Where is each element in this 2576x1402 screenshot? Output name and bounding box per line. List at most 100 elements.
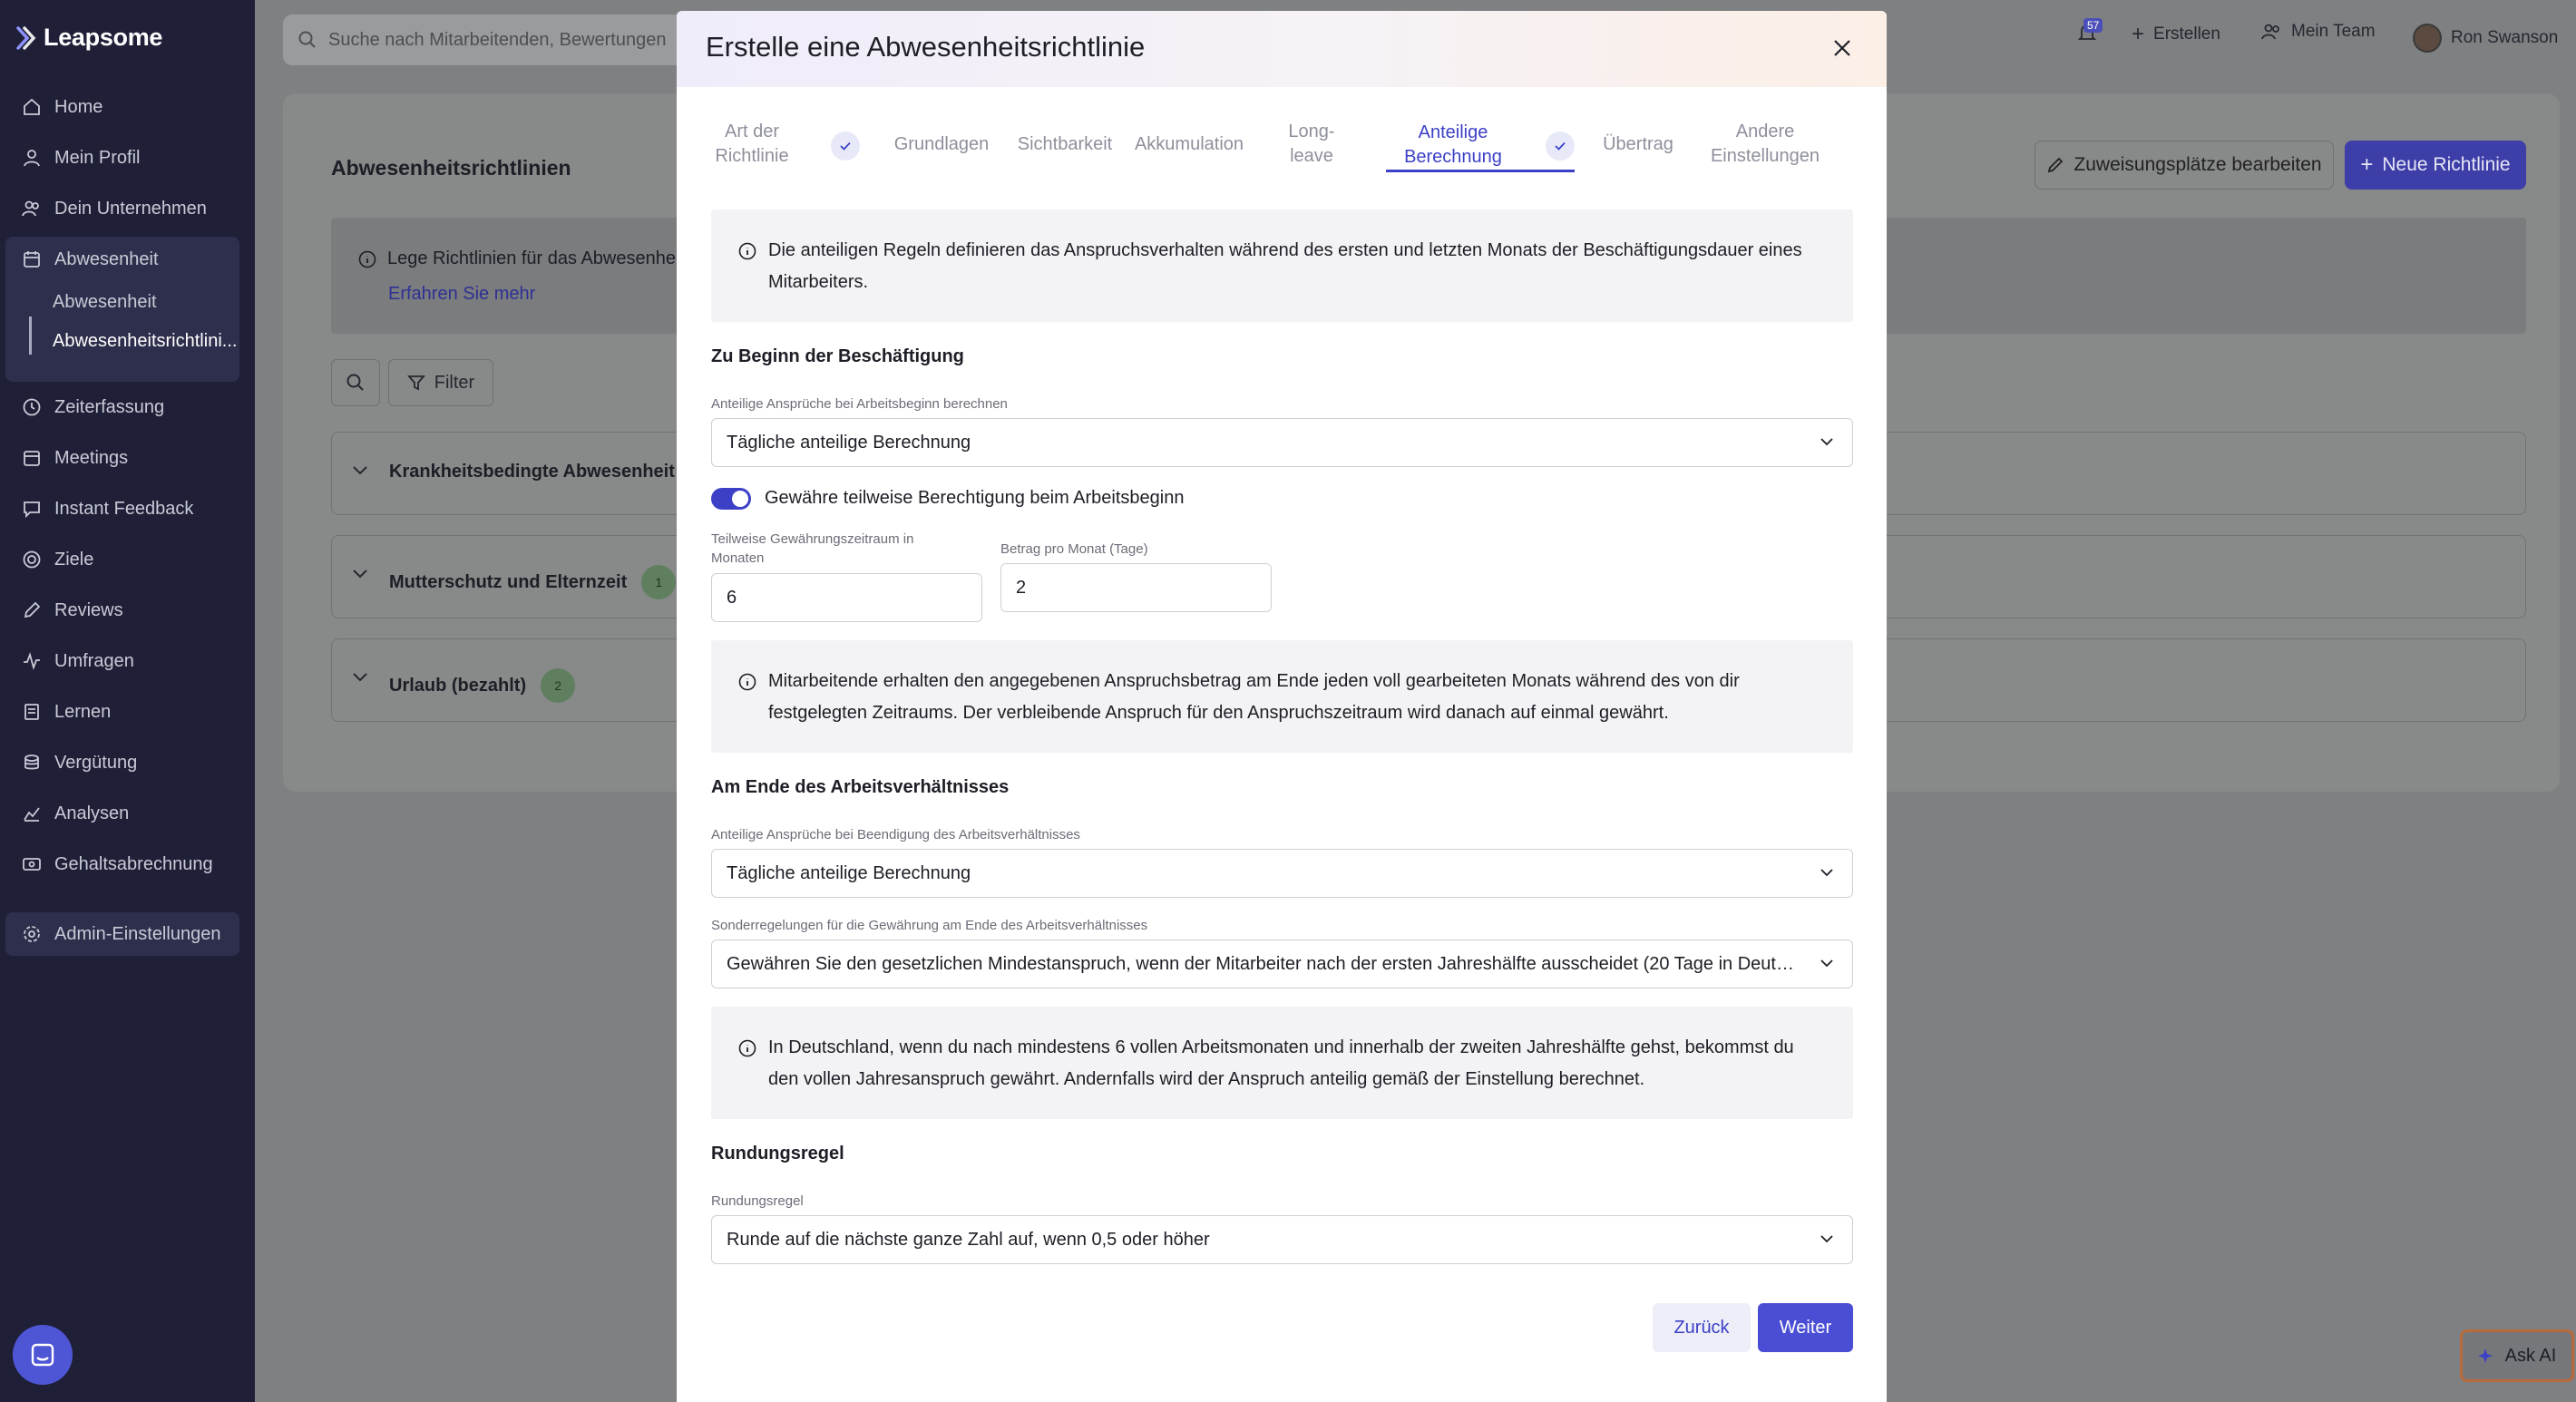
select-value: Tägliche anteilige Berechnung	[727, 432, 971, 453]
my-team-button[interactable]: Mein Team	[2260, 22, 2376, 42]
step-policy-type[interactable]: Art der Richtlinie	[700, 120, 804, 169]
learn-more-link[interactable]: Erfahren Sie mehr	[388, 284, 535, 305]
chart-icon	[24, 807, 40, 822]
step-basics[interactable]: Grundlagen	[885, 132, 998, 157]
chevron-down-icon	[1820, 438, 1833, 446]
end-proration-select[interactable]: Tägliche anteilige Berechnung	[711, 849, 1853, 898]
search-icon	[298, 31, 316, 48]
user-menu[interactable]: Ron Swanson	[2413, 24, 2558, 53]
sidebar-item-reviews[interactable]: Reviews	[5, 590, 239, 630]
chevron-down-icon	[353, 466, 367, 475]
filter-button[interactable]: Filter	[388, 359, 493, 406]
close-button[interactable]	[1829, 34, 1856, 62]
sidebar-subitem-absence-policies[interactable]: Abwesenheitsrichtlini...	[53, 331, 237, 352]
sidebar-item-profile[interactable]: Mein Profil	[5, 138, 239, 178]
page-info-text: Lege Richtlinien für das Abwesenhei	[358, 248, 679, 269]
avatar	[2413, 24, 2442, 53]
clock-icon	[23, 398, 41, 416]
chat-support-button[interactable]	[13, 1325, 73, 1385]
people-icon	[2261, 24, 2279, 40]
filter-label: Filter	[434, 372, 475, 393]
special-rules-select[interactable]: Gewähren Sie den gesetzlichen Mindestans…	[711, 940, 1853, 988]
sidebar-item-learning[interactable]: Lernen	[5, 692, 239, 732]
home-icon	[24, 98, 40, 115]
edit-assignments-button[interactable]: Zuweisungsplätze bearbeiten	[2034, 141, 2334, 190]
end-note: In Deutschland, wenn du nach mindestens …	[711, 1007, 1853, 1119]
step-label: Akkumulation	[1134, 134, 1244, 154]
step-label: Sichtbarkeit	[1017, 134, 1113, 154]
chat-icon	[24, 501, 40, 519]
active-step-indicator	[1386, 170, 1575, 172]
create-button[interactable]: + Erstellen	[2132, 22, 2220, 47]
step-other-settings[interactable]: Andere Einstellungen	[1702, 120, 1829, 169]
step-label: Übertrag	[1603, 134, 1673, 154]
amount-per-month-input[interactable]: 2	[1000, 563, 1272, 612]
policy-count-badge: 1	[641, 565, 677, 599]
sidebar-item-label: Lernen	[54, 701, 112, 722]
back-button[interactable]: Zurück	[1653, 1303, 1751, 1352]
info-icon	[358, 250, 376, 268]
policy-name: Mutterschutz und Elternzeit	[389, 571, 628, 592]
sidebar-item-company[interactable]: Dein Unternehmen	[5, 189, 239, 229]
page-info-label: Lege Richtlinien für das Abwesenhei	[387, 248, 680, 268]
sidebar-item-label: Vergütung	[54, 752, 138, 773]
amount-label: Betrag pro Monat (Tage)	[1000, 541, 1148, 557]
step-label: leave	[1290, 146, 1333, 166]
logo[interactable]: Leapsome	[16, 24, 162, 52]
step-accrual[interactable]: Akkumulation	[1130, 132, 1248, 157]
ask-ai-button[interactable]: Ask AI	[2460, 1329, 2574, 1382]
step-label: Long-	[1288, 122, 1335, 141]
rounding-select[interactable]: Runde auf die nächste ganze Zahl auf, we…	[711, 1215, 1853, 1264]
search-button[interactable]	[331, 359, 380, 406]
step-carryover[interactable]: Übertrag	[1593, 132, 1683, 157]
step-proration[interactable]: Anteilige Berechnung	[1386, 121, 1520, 170]
sidebar-item-analytics[interactable]: Analysen	[5, 793, 239, 833]
sidebar-item-goals[interactable]: Ziele	[5, 540, 239, 579]
sidebar-item-absence[interactable]: Abwesenheit	[5, 239, 239, 279]
chevron-down-icon	[1820, 1235, 1833, 1243]
sidebar-item-label: Umfragen	[54, 650, 134, 671]
sidebar-item-label: Meetings	[54, 447, 129, 468]
notification-count: 57	[2083, 18, 2103, 33]
partial-grant-toggle[interactable]	[711, 488, 751, 510]
pencil-icon	[2048, 157, 2064, 173]
next-button[interactable]: Weiter	[1758, 1303, 1853, 1352]
info-icon	[738, 673, 756, 691]
new-policy-button[interactable]: + Neue Richtlinie	[2345, 141, 2526, 190]
chevron-down-icon	[353, 570, 367, 579]
sidebar-subitem-absence[interactable]: Abwesenheit	[53, 292, 157, 313]
active-indicator	[29, 316, 32, 355]
step-visibility[interactable]: Sichtbarkeit	[1009, 132, 1121, 157]
step-label: Art der	[724, 122, 780, 141]
payroll-icon	[23, 858, 41, 871]
sidebar-item-compensation[interactable]: Vergütung	[5, 743, 239, 783]
step-label: Andere	[1735, 122, 1795, 141]
sidebar-item-payroll[interactable]: Gehaltsabrechnung	[5, 844, 239, 884]
policy-count-badge: 2	[541, 668, 576, 703]
calendar-icon	[24, 251, 40, 268]
sidebar-item-meetings[interactable]: Meetings	[5, 438, 239, 478]
step-long-leave[interactable]: Long- leave	[1275, 120, 1348, 169]
edit-assignments-label: Zuweisungsplätze bearbeiten	[2073, 154, 2322, 175]
sidebar-item-label: Mein Profil	[54, 147, 141, 168]
global-search[interactable]: Suche nach Mitarbeitenden, Bewertungen	[283, 15, 709, 65]
step-label: Anteilige	[1418, 122, 1488, 142]
check-icon	[1546, 131, 1575, 161]
select-value: Tägliche anteilige Berechnung	[727, 862, 971, 883]
sidebar-item-label: Home	[54, 96, 103, 117]
sidebar-item-admin-settings[interactable]: Admin-Einstellungen	[5, 912, 239, 956]
sidebar-item-instant-feedback[interactable]: Instant Feedback	[5, 489, 239, 529]
sidebar-item-home[interactable]: Home	[5, 87, 239, 127]
sidebar-item-surveys[interactable]: Umfragen	[5, 641, 239, 681]
chevron-down-icon	[1820, 959, 1833, 968]
sidebar-item-time-tracking[interactable]: Zeiterfassung	[5, 387, 239, 427]
sidebar-item-label: Reviews	[54, 599, 123, 620]
new-policy-label: Neue Richtlinie	[2382, 154, 2511, 175]
ask-ai-label: Ask AI	[2504, 1345, 2557, 1366]
start-proration-select[interactable]: Tägliche anteilige Berechnung	[711, 418, 1853, 467]
period-months-input[interactable]: 6	[711, 573, 982, 622]
step-label: Grundlagen	[893, 134, 990, 154]
search-placeholder: Suche nach Mitarbeitenden, Bewertungen	[328, 29, 667, 50]
period-label-line: Teilweise Gewährungszeitraum in	[711, 531, 914, 547]
chevron-down-icon	[1820, 869, 1833, 877]
